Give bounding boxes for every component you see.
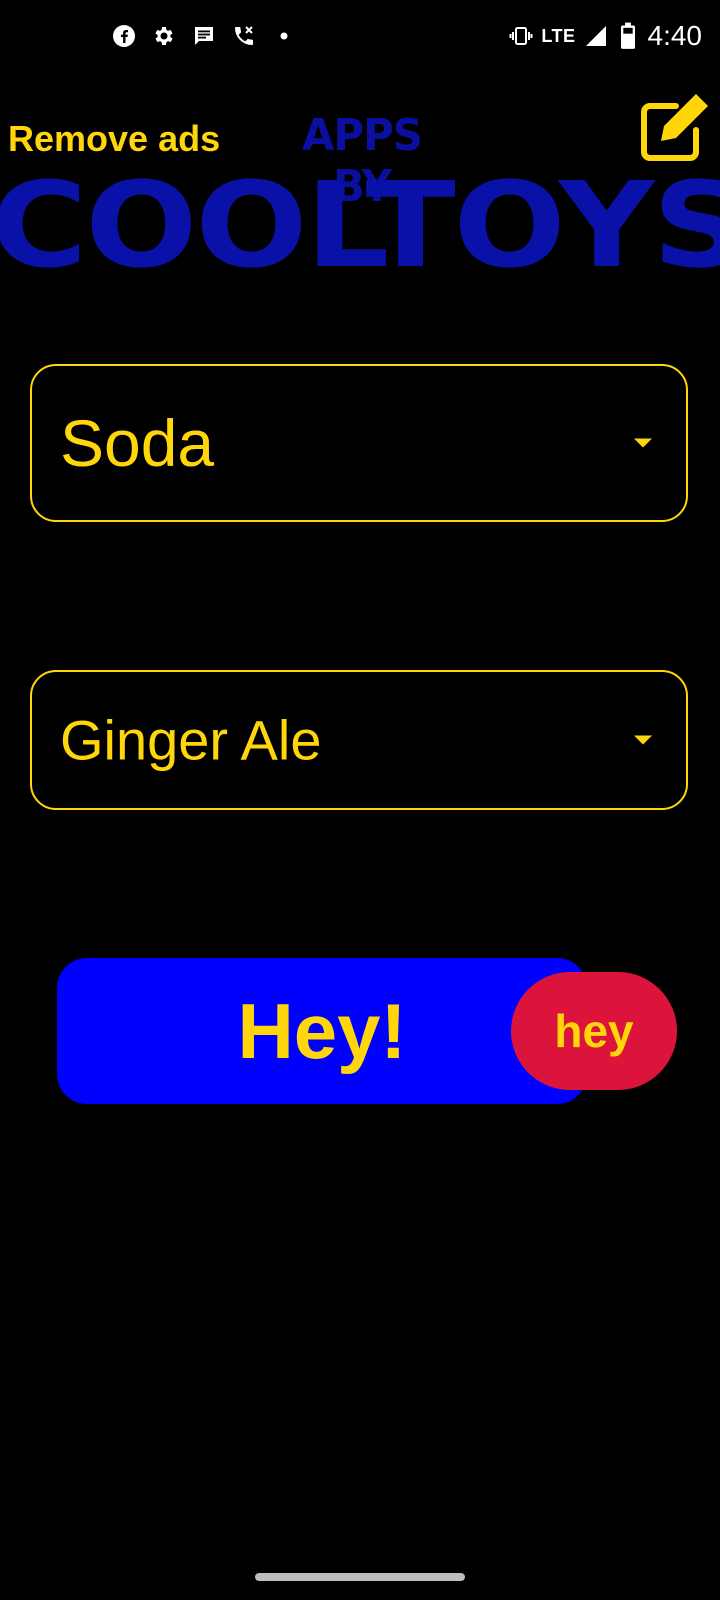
item-dropdown[interactable]: Ginger Ale: [30, 670, 688, 810]
status-bar: LTE 4:40: [0, 0, 720, 76]
edit-button[interactable]: [636, 88, 716, 168]
caret-down-icon: [634, 735, 652, 745]
settings-icon: [152, 24, 176, 48]
facebook-icon: [112, 24, 136, 48]
remove-ads-button[interactable]: Remove ads: [8, 118, 220, 160]
dot-icon: [272, 24, 296, 48]
hey-button-label: Hey!: [237, 986, 407, 1075]
caret-down-icon: [634, 438, 652, 448]
missed-call-icon: [232, 24, 256, 48]
hey-fab-label: hey: [554, 1005, 634, 1057]
edit-icon: [641, 94, 708, 161]
app-screen: LTE 4:40 APPS BY COOLTOYS Remove ads Sod…: [0, 0, 720, 1600]
hey-button[interactable]: Hey!: [57, 958, 587, 1104]
hey-fab-button[interactable]: hey: [511, 972, 677, 1090]
gesture-nav-handle[interactable]: [255, 1573, 465, 1581]
dropdown-value: Soda: [60, 406, 215, 480]
notification-icons: [112, 24, 296, 48]
message-icon: [192, 24, 216, 48]
clock: 4:40: [647, 20, 703, 51]
system-status: LTE 4:40: [509, 20, 702, 52]
battery-icon: [616, 22, 640, 49]
logo-brand: COOLTOYS: [0, 156, 720, 294]
category-dropdown[interactable]: Soda: [30, 364, 688, 522]
signal-icon: [584, 24, 608, 48]
network-type: LTE: [541, 25, 576, 46]
dropdown-value: Ginger Ale: [60, 708, 322, 772]
vibrate-icon: [509, 24, 533, 48]
